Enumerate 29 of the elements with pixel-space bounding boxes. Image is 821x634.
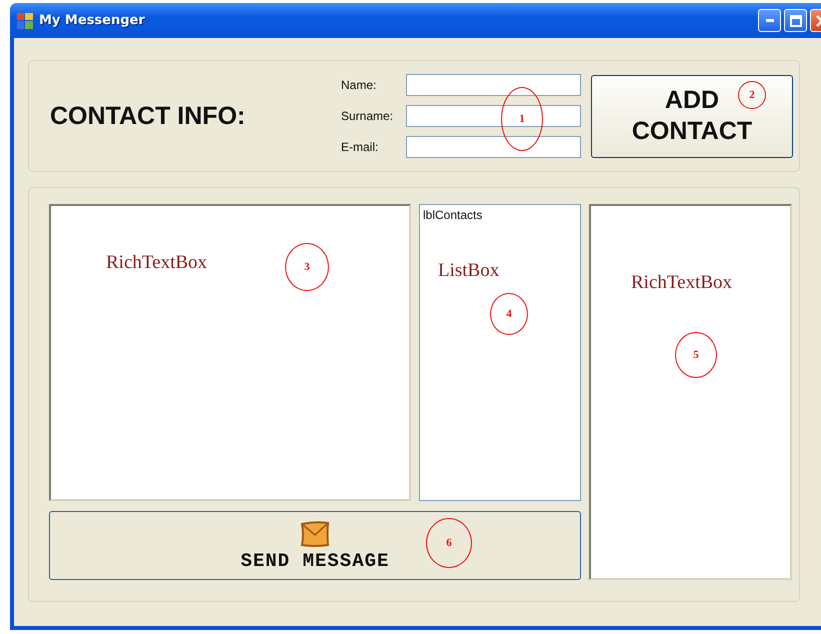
annotation-mark: 1 <box>501 87 543 151</box>
annotation-mark: 4 <box>490 293 528 335</box>
add-contact-button[interactable]: ADD CONTACT 2 <box>591 74 793 158</box>
caption-label: RichTextBox <box>106 252 208 274</box>
list-header-label: lblContacts <box>423 208 482 222</box>
window-title: My Messenger <box>39 13 145 28</box>
app-icon <box>17 12 33 28</box>
caption-label: RichTextBox <box>631 272 732 294</box>
field-label: Name: <box>341 77 378 94</box>
contacts-list-box[interactable]: lblContacts ListBox 4 <box>419 204 581 501</box>
text-field[interactable] <box>406 74 581 96</box>
send-message-button[interactable]: SEND MESSAGE 6 <box>49 511 581 580</box>
envelope-icon <box>300 520 330 548</box>
annotation-mark: 6 <box>426 518 472 568</box>
text-field[interactable] <box>406 105 581 127</box>
field-label: Surname: <box>341 108 394 125</box>
maximize-button[interactable] <box>784 9 807 32</box>
chat-text-box[interactable]: RichTextBox 5 <box>589 204 792 580</box>
contact-info-heading: CONTACT INFO: <box>50 102 246 130</box>
caption-label: ListBox <box>438 260 500 282</box>
annotation-mark: 2 <box>738 80 766 108</box>
minimize-icon <box>766 19 774 22</box>
text-field[interactable] <box>406 136 581 158</box>
annotation-mark: 5 <box>675 332 717 378</box>
minimize-button[interactable] <box>758 9 781 32</box>
annotation-mark: 3 <box>285 243 329 291</box>
message-text-box[interactable]: RichTextBox 3 <box>49 204 411 501</box>
field-label: E-mail: <box>341 139 380 156</box>
maximize-icon <box>790 14 802 26</box>
